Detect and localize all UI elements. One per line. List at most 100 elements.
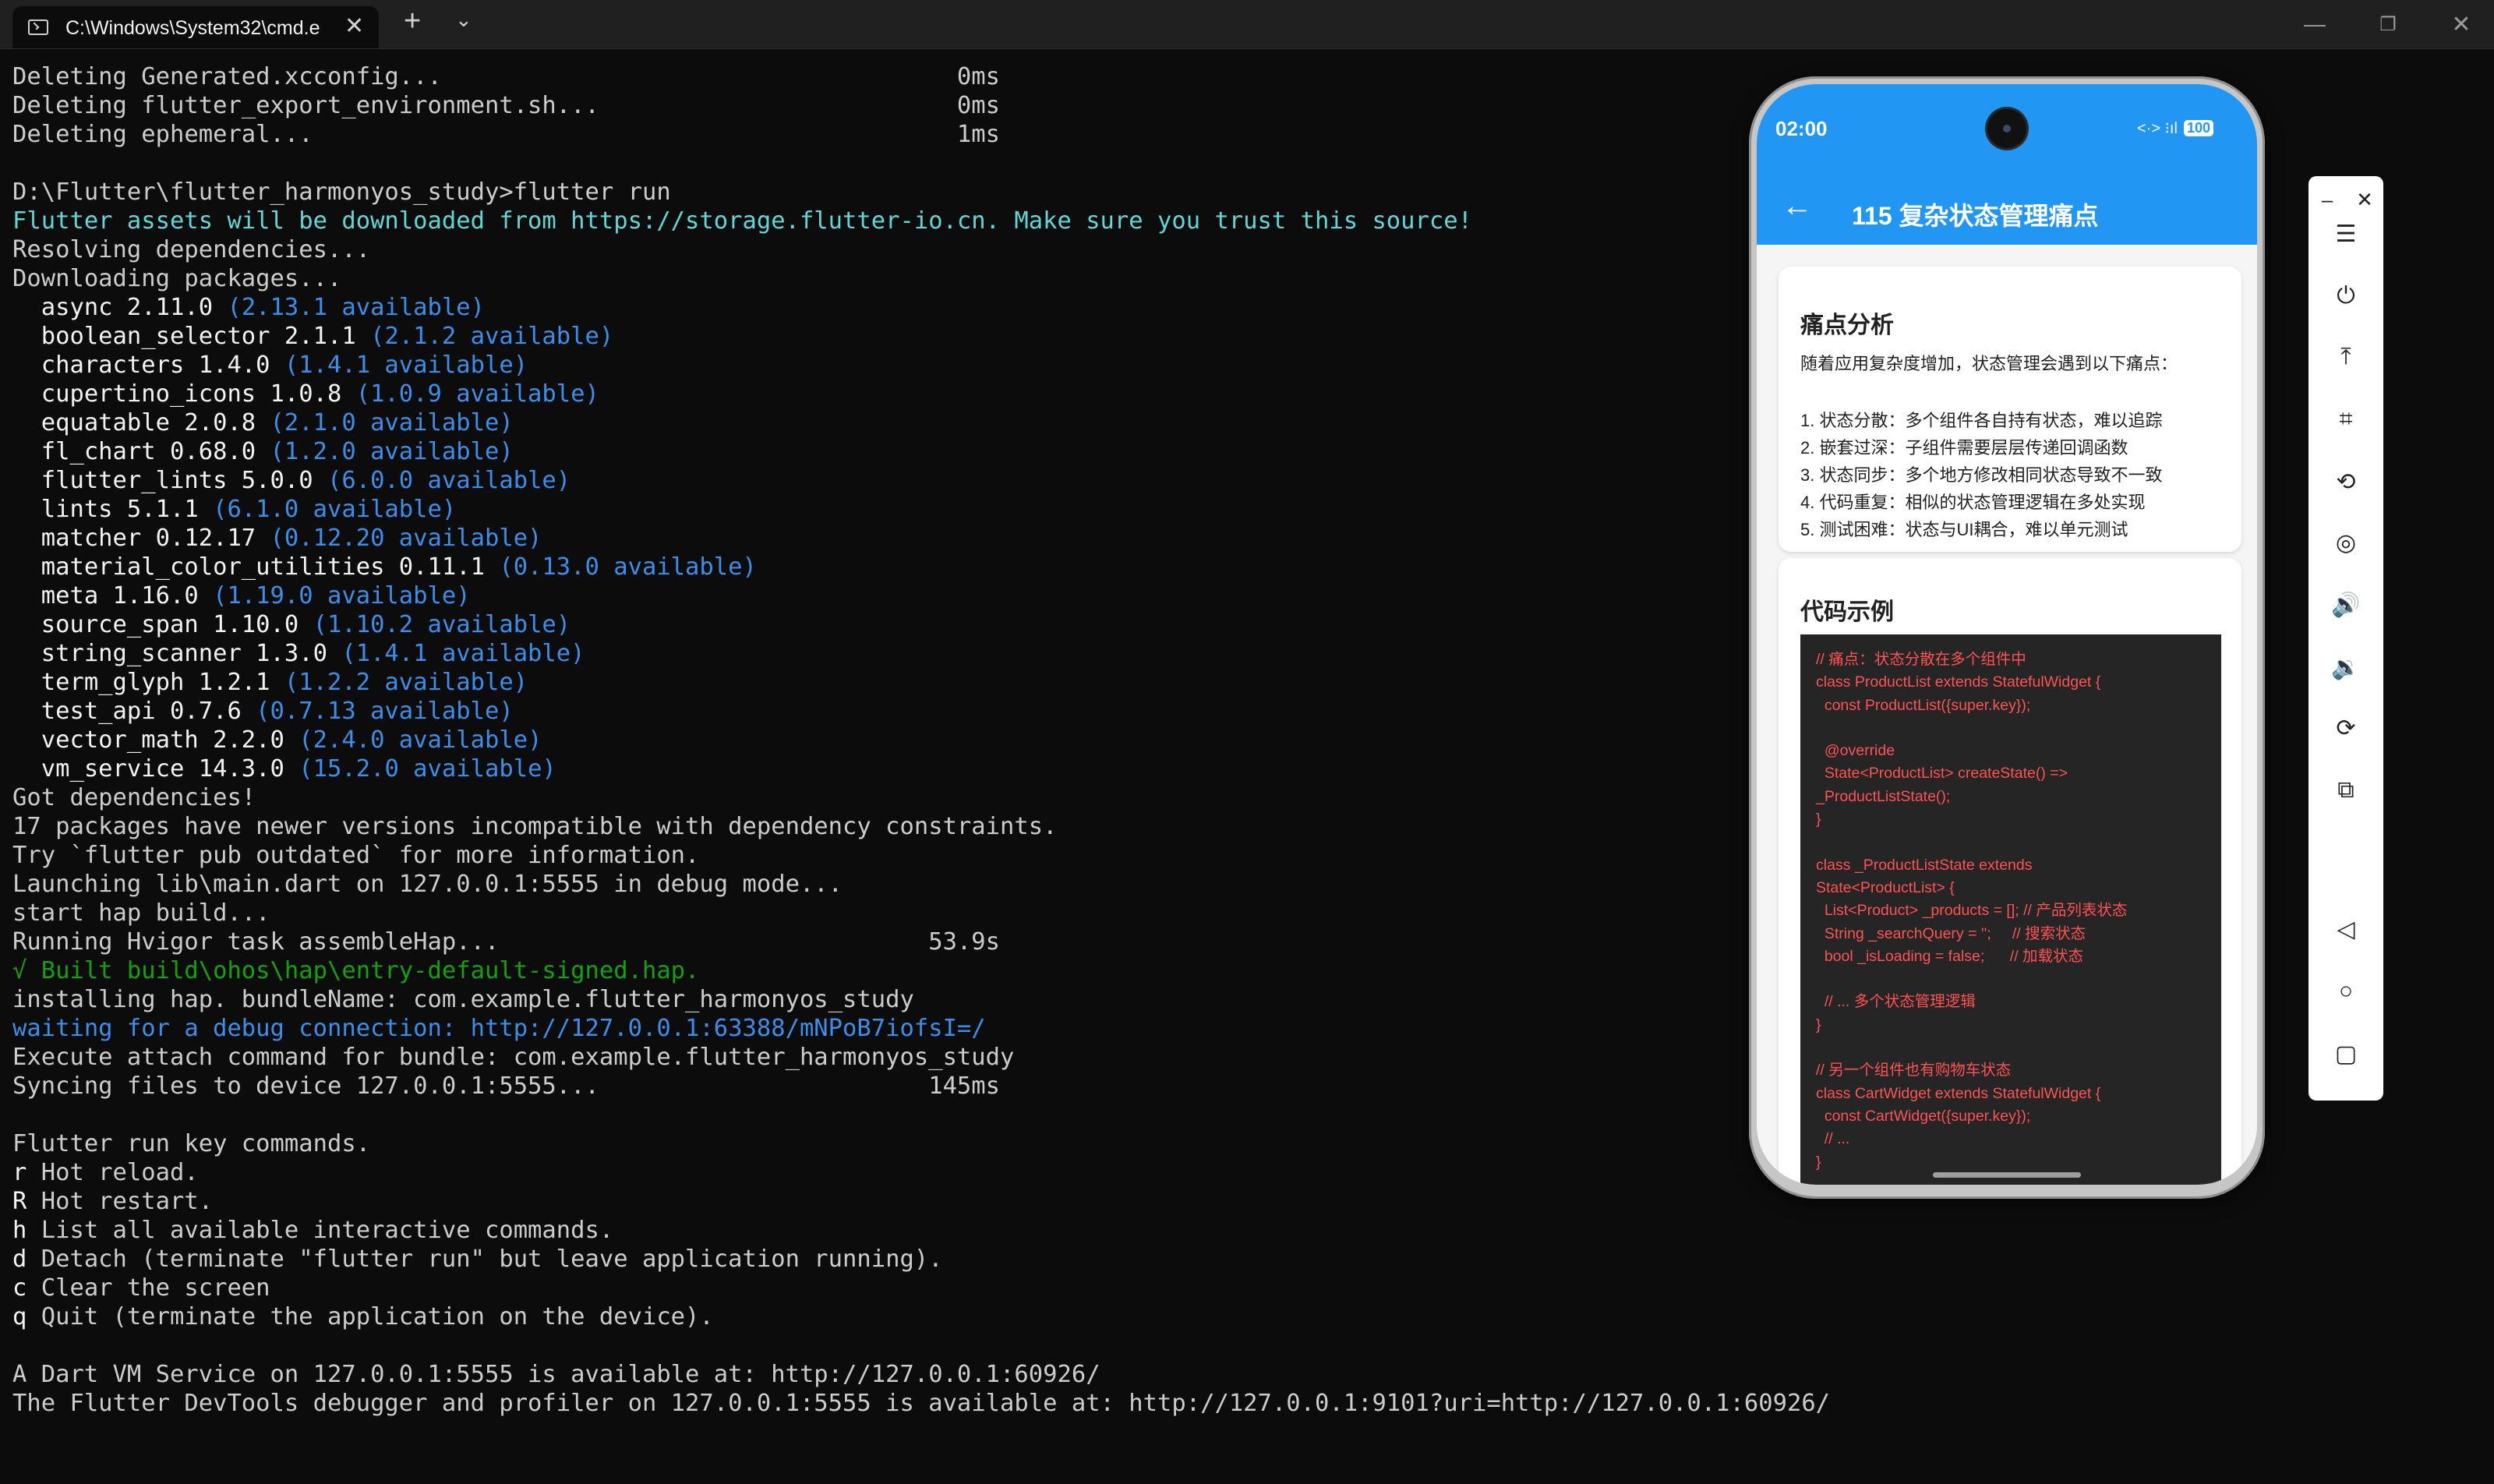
update-note: (1.0.9 available) xyxy=(355,380,599,408)
volume-down-icon[interactable]: 🔉 xyxy=(2309,644,2383,691)
terminal-line-text: Hot restart. xyxy=(41,1188,214,1215)
terminal-line: fl_chart 0.68.0 (1.2.0 available) xyxy=(12,437,1743,466)
terminal-tab[interactable]: C:\Windows\System32\cmd.e ✕ xyxy=(12,6,379,48)
terminal-line: material_color_utilities 0.11.1 (0.13.0 … xyxy=(12,553,1743,581)
volume-up-icon[interactable]: 🔊 xyxy=(2309,581,2383,628)
update-note: (1.2.2 available) xyxy=(284,669,528,696)
terminal-line: √ Built build\ohos\hap\entry-default-sig… xyxy=(12,956,1743,985)
code-example-card: 代码示例 // 痛点：状态分散在多个组件中 class ProductList … xyxy=(1779,558,2241,1185)
terminal-line: Launching lib\main.dart on 127.0.0.1:555… xyxy=(12,870,1743,899)
list-item: 1. 状态分散：多个组件各自持有状态，难以追踪 xyxy=(1800,411,2163,430)
terminal-line: Got dependencies! xyxy=(12,783,1743,812)
update-note: (1.4.1 available) xyxy=(341,640,585,667)
terminal-line-text: Downloading packages... xyxy=(12,265,342,292)
terminal-line-text: Launching lib\main.dart on 127.0.0.1:555… xyxy=(12,871,843,898)
terminal-icon xyxy=(28,19,48,35)
terminal-line-text: test_api 0.7.6 xyxy=(12,698,256,725)
terminal-line-text: Execute attach command for bundle: com.e… xyxy=(12,1044,1015,1071)
terminal-line-text: Deleting Generated.xcconfig... 0ms xyxy=(12,63,1001,90)
terminal-line: R Hot restart. xyxy=(12,1187,1743,1216)
rotate-icon[interactable]: ⟲ xyxy=(2309,458,2383,505)
update-note: (6.1.0 available) xyxy=(213,496,457,523)
phone-screen[interactable]: 02:00 <·> ⁝ıl 100 ← 115 复杂状态管理痛点 痛点分析 随着应… xyxy=(1757,84,2257,1185)
pain-points-list: 1. 状态分散：多个组件各自持有状态，难以追踪 2. 嵌套过深：子组件需要层层传… xyxy=(1800,407,2162,543)
terminal-line: The Flutter DevTools debugger and profil… xyxy=(12,1389,1830,1418)
command-key: h xyxy=(12,1217,41,1244)
terminal-line: installing hap. bundleName: com.example.… xyxy=(12,985,1743,1014)
signal-icon: <·> ⁝ıl 100 xyxy=(2137,118,2213,138)
terminal-line: term_glyph 1.2.1 (1.2.2 available) xyxy=(12,668,1743,697)
terminal-line: Deleting Generated.xcconfig... 0ms xyxy=(12,62,1743,91)
update-note: (0.12.20 available) xyxy=(270,525,542,552)
terminal-line: vm_service 14.3.0 (15.2.0 available) xyxy=(12,754,1743,783)
terminal-line: 17 packages have newer versions incompat… xyxy=(12,812,1743,841)
terminal-line-text: term_glyph 1.2.1 xyxy=(12,669,284,696)
maximize-button[interactable]: ❐ xyxy=(2349,0,2427,48)
terminal-line-text: Flutter assets will be downloaded from h… xyxy=(12,207,1472,235)
list-item: 2. 嵌套过深：子组件需要层层传递回调函数 xyxy=(1800,438,2128,458)
record-icon[interactable]: ◎ xyxy=(2309,519,2383,566)
close-window-button[interactable]: ✕ xyxy=(2422,0,2494,48)
terminal-line: boolean_selector 2.1.1 (2.1.2 available) xyxy=(12,322,1743,351)
terminal-line-text: matcher 0.12.17 xyxy=(12,525,270,552)
terminal-line: source_span 1.10.0 (1.10.2 available) xyxy=(12,610,1743,639)
terminal-line: matcher 0.12.17 (0.12.20 available) xyxy=(12,524,1743,553)
close-tab-icon[interactable]: ✕ xyxy=(344,12,364,40)
terminal-line-text: Flutter run key commands. xyxy=(12,1130,371,1157)
multi-device-icon[interactable]: ⧉ xyxy=(2309,767,2383,814)
terminal-line-text: Quit (terminate the application on the d… xyxy=(41,1303,714,1330)
terminal-line-text: string_scanner 1.3.0 xyxy=(12,640,342,667)
terminal-line: vector_math 2.2.0 (2.4.0 available) xyxy=(12,726,1743,754)
title-bar: C:\Windows\System32\cmd.e ✕ + ⌄ — ❐ ✕ xyxy=(0,0,2494,49)
terminal-output[interactable]: Deleting Generated.xcconfig... 0ms Deleti… xyxy=(12,62,1830,1465)
terminal-line: lints 5.1.1 (6.1.0 available) xyxy=(12,495,1743,524)
pin-top-icon[interactable]: ⤒ xyxy=(2309,334,2383,380)
power-icon[interactable]: ⏻ xyxy=(2309,273,2383,320)
back-icon[interactable]: ◁ xyxy=(2309,906,2383,952)
update-note: (2.1.0 available) xyxy=(270,409,514,436)
update-note: (2.1.2 available) xyxy=(370,323,614,350)
code-block[interactable]: // 痛点：状态分散在多个组件中 class ProductList exten… xyxy=(1800,634,2221,1185)
update-note: (1.4.1 available) xyxy=(284,352,528,379)
terminal-line: A Dart VM Service on 127.0.0.1:5555 is a… xyxy=(12,1360,1743,1389)
new-tab-button[interactable]: + xyxy=(404,5,421,38)
menu-icon[interactable]: ☰ xyxy=(2309,210,2383,257)
terminal-line-text: Deleting ephemeral... 1ms xyxy=(12,121,1001,148)
recents-icon[interactable]: ▢ xyxy=(2309,1030,2383,1077)
terminal-line: Try `flutter pub outdated` for more info… xyxy=(12,841,1743,870)
terminal-line-text: lints 5.1.1 xyxy=(12,496,214,523)
terminal-line-text: waiting for a debug connection: http://1… xyxy=(12,1015,986,1042)
chevron-down-icon[interactable]: ⌄ xyxy=(455,8,472,32)
terminal-line: D:\Flutter\flutter_harmonyos_study>flutt… xyxy=(12,178,1743,207)
terminal-line: Running Hvigor task assembleHap... 53.9s xyxy=(12,928,1743,956)
home-indicator[interactable] xyxy=(1933,1172,2081,1178)
terminal-line-text: fl_chart 0.68.0 xyxy=(12,438,270,465)
terminal-line-text: Running Hvigor task assembleHap... 53.9s xyxy=(12,928,1001,956)
home-icon[interactable]: ○ xyxy=(2309,968,2383,1015)
terminal-line-text: equatable 2.0.8 xyxy=(12,409,270,436)
battery-icon: 100 xyxy=(2183,120,2213,136)
terminal-line-text: Got dependencies! xyxy=(12,784,256,811)
terminal-line: equatable 2.0.8 (2.1.0 available) xyxy=(12,408,1743,437)
terminal-line-text: cupertino_icons 1.0.8 xyxy=(12,380,356,408)
terminal-line: c Clear the screen xyxy=(12,1274,1743,1302)
minimize-button[interactable]: — xyxy=(2276,0,2354,48)
status-bar: 02:00 <·> ⁝ıl 100 xyxy=(1757,84,2257,178)
terminal-line: Syncing files to device 127.0.0.1:5555..… xyxy=(12,1072,1743,1101)
terminal-line-text: √ Built build\ohos\hap\entry-default-sig… xyxy=(12,957,700,984)
terminal-line-text: material_color_utilities 0.11.1 xyxy=(12,553,500,581)
back-arrow-icon[interactable]: ← xyxy=(1782,189,1813,224)
terminal-line: cupertino_icons 1.0.8 (1.0.9 available) xyxy=(12,380,1743,408)
crop-icon[interactable]: ⌗ xyxy=(2309,396,2383,443)
terminal-line-text: Syncing files to device 127.0.0.1:5555..… xyxy=(12,1072,1001,1100)
rotate-device-icon[interactable]: ⟳ xyxy=(2309,705,2383,751)
terminal-line: test_api 0.7.6 (0.7.13 available) xyxy=(12,697,1743,726)
terminal-line: flutter_lints 5.0.0 (6.0.0 available) xyxy=(12,466,1743,495)
terminal-line: Execute attach command for bundle: com.e… xyxy=(12,1043,1743,1072)
terminal-line-text: vm_service 14.3.0 xyxy=(12,755,299,783)
terminal-line-text: flutter_lints 5.0.0 xyxy=(12,467,327,494)
terminal-line-text: The Flutter DevTools debugger and profil… xyxy=(12,1390,1831,1417)
command-key: c xyxy=(12,1274,41,1302)
card-title: 痛点分析 xyxy=(1800,313,1894,338)
terminal-line: d Detach (terminate "flutter run" but le… xyxy=(12,1245,1743,1274)
